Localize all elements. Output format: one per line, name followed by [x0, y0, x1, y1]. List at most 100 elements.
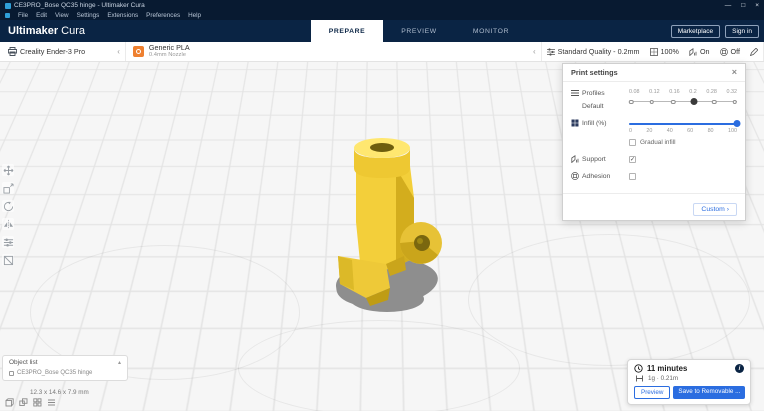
adhesion-summary: Off [731, 47, 740, 56]
support-row: Support [571, 155, 737, 163]
profiles-label: Profiles [582, 90, 605, 97]
per-model-settings-icon[interactable] [2, 236, 14, 248]
gradual-infill-label: Gradual infill [640, 139, 676, 146]
tick-label: 80 [708, 128, 714, 134]
nozzle-name: 0.4mm Nozzle [149, 52, 190, 59]
menu-app-icon [5, 13, 10, 18]
support-icon [571, 155, 579, 163]
tick-label: 40 [667, 128, 673, 134]
menu-item-edit[interactable]: Edit [36, 12, 47, 19]
custom-settings-button[interactable]: Custom [693, 203, 737, 216]
menu-item-view[interactable]: View [55, 12, 69, 19]
profile-summary: Standard Quality - 0.2mm [558, 47, 640, 56]
adhesion-checkbox[interactable] [629, 173, 636, 180]
tick-label: 0.08 [629, 89, 640, 95]
profile-tick-labels: 0.08 0.12 0.16 0.2 0.28 0.32 [629, 89, 737, 97]
printer-selector[interactable]: Creality Ender-3 Pro [0, 42, 126, 61]
material-selector[interactable]: Generic PLA 0.4mm Nozzle [126, 42, 542, 61]
tick-label: 0.28 [706, 89, 717, 95]
material-usage-label: 1g · 0.21m [648, 375, 678, 382]
menu-item-file[interactable]: File [18, 12, 28, 19]
stage-tabs: PREPARE PREVIEW MONITOR [311, 20, 527, 42]
material-name: Generic PLA [149, 44, 190, 52]
close-panel-icon[interactable] [732, 69, 737, 76]
profiles-row: Profiles Default 0.08 0.12 0.16 0.2 0.28… [571, 89, 737, 110]
profile-slider[interactable] [629, 97, 737, 106]
printer-name: Creality Ender-3 Pro [20, 47, 85, 56]
model-3d-hinge[interactable] [330, 138, 448, 308]
scale-tool-icon[interactable] [2, 182, 14, 194]
profile-slider-dot[interactable] [733, 100, 738, 105]
plate-marking-circle [238, 320, 520, 411]
material-spool-icon [635, 375, 644, 382]
tab-preview[interactable]: PREVIEW [383, 20, 455, 42]
collapse-printer-icon[interactable] [117, 47, 120, 56]
tick-label: 0.2 [689, 89, 697, 95]
sliders-icon [547, 48, 555, 56]
object-list-panel[interactable]: Object list CE3PRO_Bose QC35 hinge [2, 355, 128, 381]
profile-slider-dot[interactable] [671, 100, 676, 105]
rotate-tool-icon[interactable] [2, 200, 14, 212]
collapse-material-icon[interactable] [533, 47, 536, 56]
cura-window: CE3PRO_Bose QC35 hinge - Ultimaker Cura … [0, 0, 764, 411]
profile-slider-dot[interactable] [649, 100, 654, 105]
mirror-tool-icon[interactable] [2, 218, 14, 230]
title-bar: CE3PRO_Bose QC35 hinge - Ultimaker Cura [0, 0, 764, 11]
support-summary: On [700, 47, 710, 56]
support-label: Support [582, 156, 606, 163]
model-dimensions-label: 12.3 x 14.6 x 7.9 mm [30, 389, 89, 396]
print-settings-header: Print settings [563, 64, 745, 82]
menu-item-settings[interactable]: Settings [77, 12, 100, 19]
signin-button[interactable]: Sign in [725, 25, 759, 38]
model-list-settings-icon[interactable] [46, 397, 56, 407]
infill-slider-fill [629, 123, 737, 125]
minimize-icon[interactable] [725, 0, 732, 11]
tab-prepare[interactable]: PREPARE [311, 20, 383, 42]
marketplace-button[interactable]: Marketplace [671, 25, 720, 38]
output-summary-card: 11 minutes i 1g · 0.21m Preview Save to … [627, 359, 751, 405]
profile-slider-dot[interactable] [629, 100, 634, 105]
adhesion-icon [720, 48, 728, 56]
infill-slider-handle[interactable] [734, 120, 741, 127]
duplicate-model-icon[interactable] [18, 397, 28, 407]
save-to-removable-button[interactable]: Save to Removable ... [673, 386, 745, 399]
info-icon[interactable]: i [735, 364, 744, 373]
profile-slider-dot[interactable] [690, 98, 697, 105]
arrange-models-icon[interactable] [32, 397, 42, 407]
print-time-label: 11 minutes [647, 364, 687, 373]
object-list-title: Object list [9, 359, 38, 366]
tick-label: 0.16 [669, 89, 680, 95]
header-actions: Marketplace Sign in [671, 25, 759, 38]
menu-item-preferences[interactable]: Preferences [146, 12, 180, 19]
printer-icon [8, 47, 17, 56]
plate-marking-circle [468, 234, 750, 366]
print-settings-footer: Custom [563, 193, 745, 220]
infill-label: Infill (%) [582, 120, 607, 127]
gradual-infill-checkbox[interactable] [629, 139, 636, 146]
support-checkbox[interactable] [629, 156, 636, 163]
expand-object-list-icon[interactable] [118, 359, 121, 366]
gradual-infill-row: Gradual infill [629, 139, 737, 146]
object-list-item[interactable]: CE3PRO_Bose QC35 hinge [3, 369, 127, 380]
tab-monitor[interactable]: MONITOR [455, 20, 527, 42]
menu-item-extensions[interactable]: Extensions [107, 12, 138, 19]
model-item-icon [9, 371, 14, 376]
print-settings-summary[interactable]: Standard Quality - 0.2mm 100% On Off [542, 42, 764, 61]
model-cube-icon[interactable] [4, 397, 14, 407]
maximize-icon[interactable] [741, 0, 745, 11]
edit-settings-icon[interactable] [750, 48, 758, 56]
menu-item-help[interactable]: Help [188, 12, 201, 19]
infill-row: Infill (%) 0 20 40 60 80 10 [571, 119, 737, 146]
profile-slider-dot[interactable] [712, 100, 717, 105]
close-icon[interactable] [755, 0, 759, 11]
profiles-icon [571, 89, 579, 97]
adhesion-row: Adhesion [571, 172, 737, 180]
tick-label: 20 [646, 128, 652, 134]
tick-label: 0.32 [726, 89, 737, 95]
move-tool-icon[interactable] [2, 164, 14, 176]
tool-column [2, 164, 14, 266]
chevron-right-icon [725, 206, 729, 213]
preview-button[interactable]: Preview [634, 386, 670, 399]
infill-slider[interactable] [629, 119, 737, 128]
support-blocker-icon[interactable] [2, 254, 14, 266]
